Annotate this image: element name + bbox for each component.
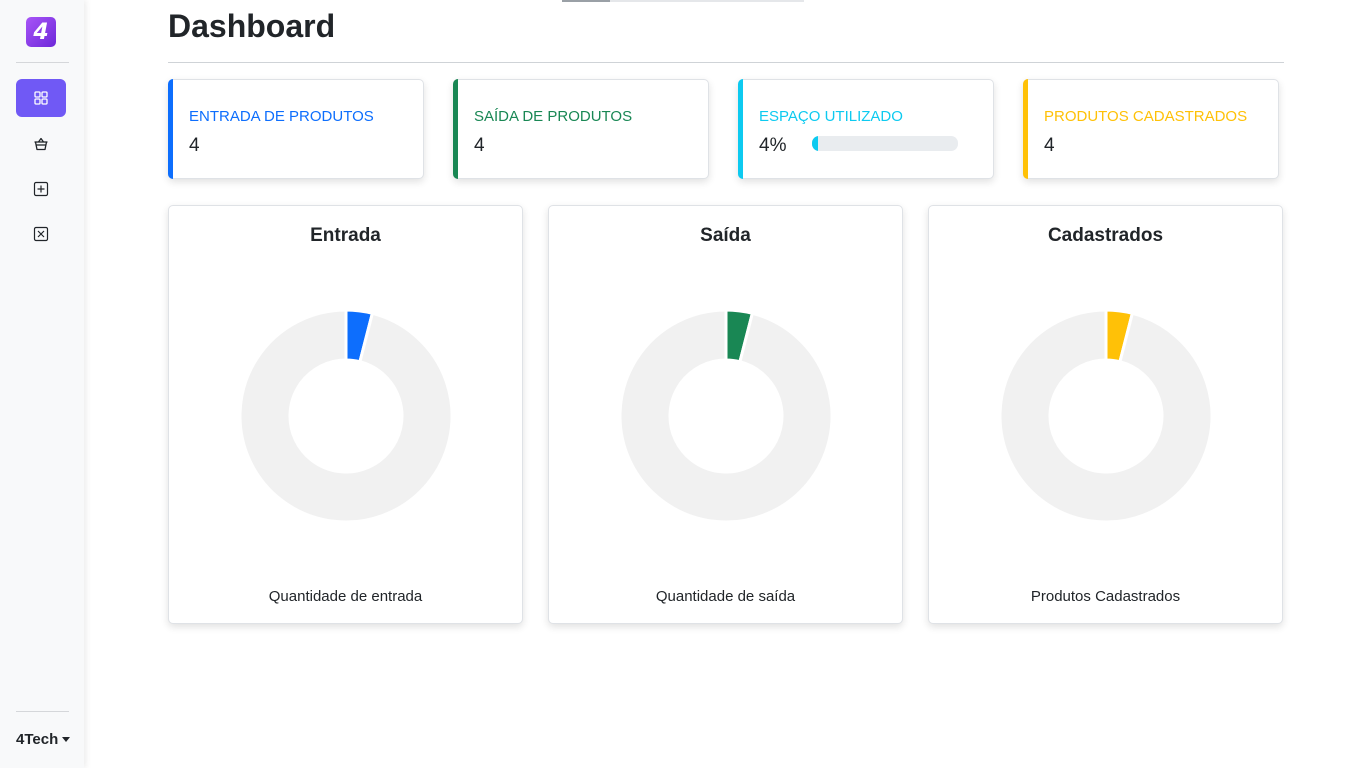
stat-label: PRODUTOS CADASTRADOS: [1044, 108, 1248, 125]
x-square-icon: [33, 226, 49, 242]
stat-label: SAÍDA DE PRODUTOS: [474, 108, 633, 125]
stat-card-entrada: ENTRADA DE PRODUTOS 4: [168, 79, 424, 179]
donut-slice-remainder[interactable]: [998, 308, 1214, 524]
stat-value: 4: [1044, 135, 1055, 156]
stat-card-saida: SAÍDA DE PRODUTOS 4: [453, 79, 709, 179]
card-accent: [453, 79, 458, 179]
basket-icon: [34, 137, 48, 151]
donut-chart: [998, 308, 1214, 524]
card-accent: [738, 79, 743, 179]
sidebar: 4 4Tech: [0, 0, 84, 768]
donut-chart: [618, 308, 834, 524]
chart-caption: Quantidade de entrada: [268, 588, 423, 605]
caret-down-icon: [62, 737, 71, 742]
logo-text: 4: [33, 19, 49, 45]
grid-icon: [34, 91, 48, 105]
app-logo[interactable]: 4: [26, 17, 56, 47]
plus-square-icon: [33, 181, 49, 197]
stat-label: ESPAÇO UTILIZADO: [759, 108, 903, 125]
donut-chart: [238, 308, 454, 524]
stat-value: 4: [474, 135, 485, 156]
chart-card-cadastrados: Cadastrados Produtos Cadastrados: [928, 205, 1283, 624]
sidebar-item-add[interactable]: [16, 170, 66, 208]
user-menu[interactable]: 4Tech: [16, 731, 71, 748]
donut-slice-remainder[interactable]: [238, 308, 454, 524]
chart-caption: Produtos Cadastrados: [1030, 588, 1181, 605]
stat-value: 4%: [759, 135, 787, 156]
scrollbar-thumb[interactable]: [562, 0, 610, 2]
stat-value: 4: [189, 135, 200, 156]
sidebar-item-dashboard[interactable]: [16, 79, 66, 117]
horizontal-scrollbar[interactable]: [562, 0, 804, 2]
sidebar-item-basket[interactable]: [16, 125, 66, 163]
chart-title: Cadastrados: [1047, 225, 1164, 246]
chart-title: Saída: [700, 225, 751, 246]
sidebar-divider-bottom: [16, 711, 69, 712]
stat-card-cadastrados: PRODUTOS CADASTRADOS 4: [1023, 79, 1279, 179]
chart-card-entrada: Entrada Quantidade de entrada: [168, 205, 523, 624]
progress-fill: [812, 136, 818, 151]
sidebar-item-remove[interactable]: [16, 215, 66, 253]
chart-title: Entrada: [310, 225, 381, 246]
card-accent: [1023, 79, 1028, 179]
card-accent: [168, 79, 173, 179]
stat-label: ENTRADA DE PRODUTOS: [189, 108, 374, 125]
page-title: Dashboard: [168, 8, 336, 44]
title-divider: [168, 62, 1284, 63]
chart-card-saida: Saída Quantidade de saída: [548, 205, 903, 624]
storage-progress-bar: [812, 136, 958, 151]
chart-caption: Quantidade de saída: [655, 588, 796, 605]
sidebar-divider: [16, 62, 69, 63]
donut-slice-remainder[interactable]: [618, 308, 834, 524]
stat-card-espaco: ESPAÇO UTILIZADO 4%: [738, 79, 994, 179]
user-name: 4Tech: [16, 731, 59, 748]
